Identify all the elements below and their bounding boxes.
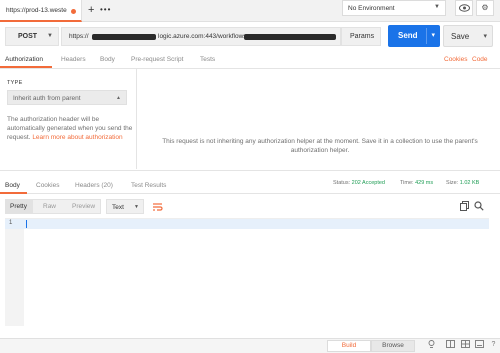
response-editor[interactable] — [5, 218, 489, 326]
tab-headers[interactable]: Headers — [61, 56, 86, 63]
send-label: Send — [398, 31, 418, 40]
format-pretty-button[interactable]: Pretty — [10, 203, 27, 210]
status-value: 202 Accepted — [351, 180, 385, 186]
active-tab-indicator — [0, 66, 52, 68]
build-mode-button[interactable]: Build — [327, 340, 371, 352]
size-value: 1.02 KB — [459, 180, 480, 186]
chevron-down-icon: ▼ — [47, 33, 53, 39]
tab-pre-request-script[interactable]: Pre-request Script — [131, 56, 183, 63]
editor-active-line — [5, 219, 489, 229]
chevron-down-icon: ▼ — [434, 4, 440, 10]
copy-icon — [460, 201, 469, 211]
tab-response-headers[interactable]: Headers (20) — [75, 182, 113, 189]
auth-type-label: TYPE — [7, 80, 23, 86]
wrap-lines-button[interactable] — [150, 199, 165, 214]
learn-more-link[interactable]: Learn more about authorization — [32, 134, 122, 141]
time-label: Time: — [400, 180, 414, 186]
grid-layout-icon[interactable] — [461, 340, 470, 350]
params-button[interactable]: Params — [341, 27, 381, 46]
url-input[interactable]: https:// logic.azure.com:443/workflows — [61, 27, 341, 46]
response-language-value: Text — [112, 204, 124, 211]
save-label: Save — [451, 32, 470, 41]
help-icon[interactable]: ? — [489, 340, 498, 350]
auth-message: This request is not inheriting any autho… — [162, 138, 478, 154]
params-label: Params — [350, 33, 375, 40]
bootcamp-icon[interactable] — [427, 340, 436, 350]
size-readout: Size: 1.02 KB — [446, 180, 479, 186]
editor-gutter — [5, 219, 24, 326]
status-readout: Status: 202 Accepted — [333, 180, 385, 186]
chevron-updown-icon: ▲ — [116, 95, 121, 101]
time-readout: Time: 429 ms — [400, 180, 433, 186]
request-tab[interactable]: https://prod-13.weste — [0, 0, 82, 22]
manage-environments-button[interactable]: ⚙ — [476, 0, 494, 16]
status-label: Status: — [333, 180, 351, 186]
copy-button[interactable] — [460, 201, 469, 213]
tab-response-cookies[interactable]: Cookies — [36, 182, 59, 189]
search-button[interactable] — [474, 201, 484, 213]
layout-two-pane-icon[interactable] — [446, 340, 455, 350]
wrap-lines-icon — [153, 203, 163, 211]
gear-icon: ⚙ — [481, 3, 489, 12]
cookies-link[interactable]: Cookies — [444, 56, 467, 63]
format-raw-button[interactable]: Raw — [43, 203, 56, 210]
url-redaction — [244, 34, 336, 40]
tab-response-body[interactable]: Body — [5, 182, 20, 189]
environment-select[interactable]: No Environment ▼ — [342, 0, 446, 16]
response-tabs: Body Cookies Headers (20) Test Results S… — [0, 170, 500, 194]
time-value: 429 ms — [415, 180, 434, 186]
active-response-tab-indicator — [0, 192, 27, 194]
request-tabs: Authorization Headers Body Pre-request S… — [0, 51, 500, 69]
chevron-down-icon: ▼ — [134, 204, 139, 210]
editor-cursor — [26, 220, 27, 228]
keyboard-shortcuts-icon[interactable] — [475, 340, 484, 350]
response-language-select[interactable]: Text ▼ — [106, 199, 144, 214]
method-select[interactable]: POST ▼ — [5, 27, 59, 46]
environment-selected: No Environment — [348, 5, 395, 12]
method-value: POST — [18, 33, 38, 40]
status-bar — [0, 338, 500, 353]
chevron-down-icon[interactable]: ▾ — [483, 32, 487, 40]
auth-type-value: Inherit auth from parent — [13, 95, 81, 102]
format-preview-button[interactable]: Preview — [72, 203, 95, 210]
url-start-text: https:// — [69, 33, 89, 40]
url-host-text: logic.azure.com:443/workflows — [158, 33, 247, 40]
auth-type-select[interactable]: Inherit auth from parent ▲ — [7, 90, 127, 105]
tab-test-results[interactable]: Test Results — [131, 182, 166, 189]
line-number: 1 — [9, 220, 13, 226]
send-divider — [426, 28, 427, 44]
auth-description: The authorization header will be automat… — [7, 115, 135, 142]
more-tabs-button[interactable]: ••• — [100, 5, 111, 14]
environment-quick-look-button[interactable] — [455, 0, 473, 16]
unsaved-dot-icon — [71, 9, 76, 14]
search-icon — [474, 201, 484, 211]
code-link[interactable]: Code — [472, 56, 488, 63]
tab-body[interactable]: Body — [100, 56, 115, 63]
size-label: Size: — [446, 180, 459, 186]
save-button[interactable]: Save ▾ — [443, 25, 493, 47]
request-tab-title: https://prod-13.weste — [6, 7, 67, 14]
url-redaction — [92, 34, 156, 40]
chevron-down-icon[interactable]: ▾ — [431, 31, 435, 39]
tab-authorization[interactable]: Authorization — [5, 56, 43, 63]
tab-tests[interactable]: Tests — [200, 56, 215, 63]
new-tab-button[interactable]: + — [88, 4, 94, 16]
eye-icon — [458, 4, 470, 12]
send-button[interactable]: Send ▾ — [388, 25, 440, 47]
browse-mode-button[interactable]: Browse — [371, 340, 415, 352]
